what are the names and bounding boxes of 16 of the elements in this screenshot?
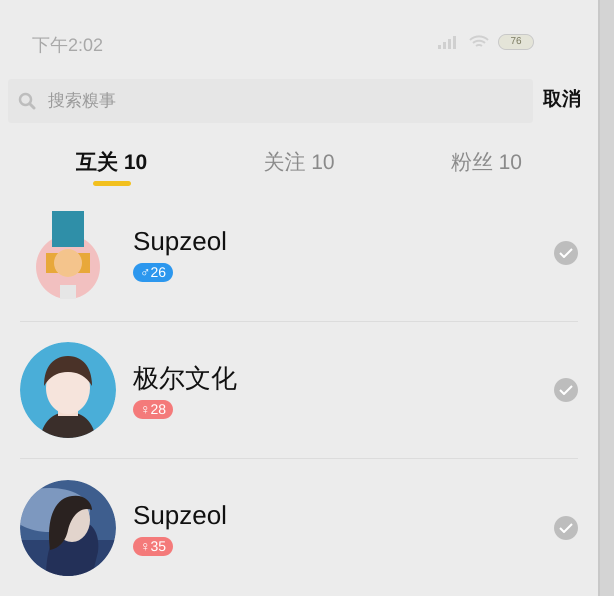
check-icon[interactable] xyxy=(554,378,578,402)
status-time: 下午2:02 xyxy=(32,34,104,57)
user-name: Supzeol xyxy=(133,224,228,256)
gender-age-badge: ♀35 xyxy=(133,537,174,556)
tab-indicator xyxy=(93,180,131,186)
search-field[interactable]: 搜索糗事 xyxy=(8,78,533,122)
cancel-button[interactable]: 取消 xyxy=(543,86,581,115)
user-name: 极尔文化 xyxy=(133,362,238,394)
gender-age-badge: ♀28 xyxy=(133,400,174,418)
user-name: Supzeol xyxy=(133,499,228,531)
gender-age-badge: ♂26 xyxy=(133,262,174,282)
search-icon xyxy=(18,92,36,110)
check-icon[interactable] xyxy=(554,516,578,540)
battery-icon: 76 xyxy=(498,34,534,50)
tab[interactable]: 互关 10 xyxy=(76,144,148,180)
check-icon[interactable] xyxy=(554,241,578,265)
